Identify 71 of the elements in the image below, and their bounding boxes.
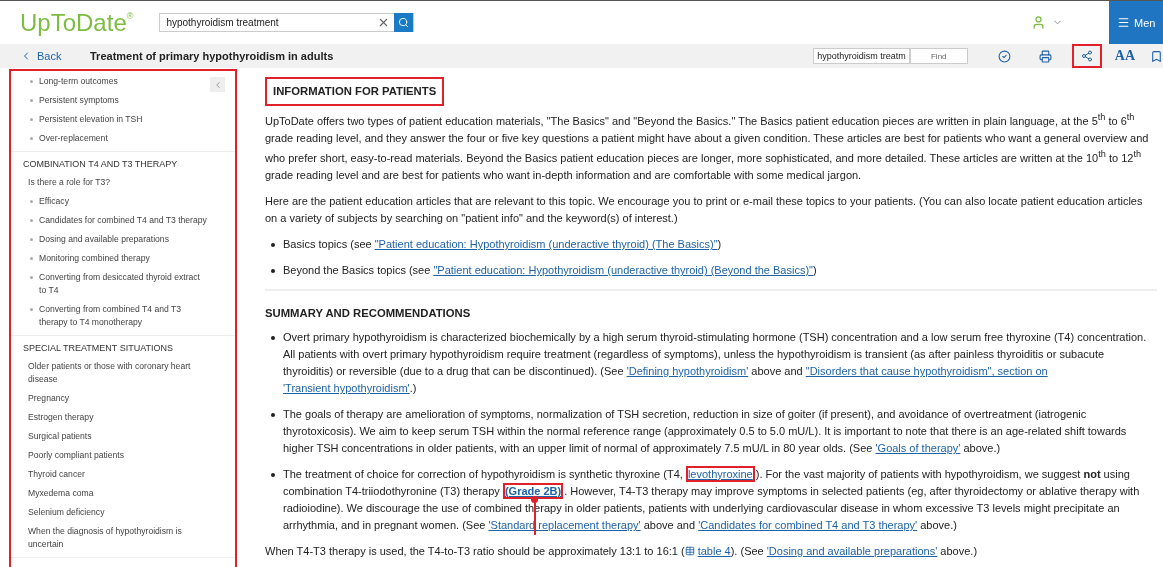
outline-link[interactable]: Efficacy (11, 192, 235, 211)
bullet-icon (271, 473, 275, 478)
bullet-paragraph: Overt primary hypothyroidism is characterized biochemically by a high serum thyroid-stimulating hormone (TSH) concentration and a low serum free thyroxine (T4) concentration. All patients with overt primary hypothyroidism require treatment (regardless of symptoms), unless the hypothyroidism is transient (as after painless thyroiditis or subacute thyroiditis) or reversible (due to a drug that can be discontinued). (See 'Defining hypothyroidism' above and "Disorders that cause hypothyroidism", section on 'Transient hypothyroidism'.) (265, 329, 1157, 398)
bullet-icon (30, 137, 33, 140)
search-field[interactable]: hypothyroidism treatment (159, 13, 415, 32)
text-link[interactable]: 'Standard replacement therapy' (488, 519, 641, 532)
text-link[interactable]: "Patient education: Hypothyroidism (underactive thyroid) (The Basics)" (374, 238, 718, 251)
text-link[interactable]: 'Candidates for combined T4 and T3 therapy' (698, 519, 918, 532)
bullet-icon (30, 80, 33, 83)
section-heading: SUMMARY AND RECOMMENDATIONS (265, 306, 472, 322)
bullet-icon (30, 238, 33, 241)
search-button[interactable] (394, 13, 414, 32)
bullet-paragraph: Basics topics (see "Patient education: Hypothyroidism (underactive thyroid) (The Basics)") (265, 236, 1157, 254)
outline-link[interactable]: Candidates for combined T4 and T3 therapy (11, 211, 235, 230)
outline-link[interactable]: Thyroid cancer (11, 465, 235, 484)
outline-heading: SPECIAL TREATMENT SITUATIONS (22, 342, 175, 355)
text-link[interactable]: levothyroxine (687, 468, 753, 481)
font-size-button[interactable]: AA (1114, 48, 1135, 64)
bullet-icon (30, 276, 33, 279)
bullet-icon (30, 257, 33, 260)
outline-link[interactable]: When the diagnosis of hypothyroidism is uncertain (11, 522, 235, 554)
text-link[interactable]: 'Goals of therapy' (875, 442, 961, 455)
bullet-paragraph: Beyond the Basics topics (see "Patient education: Hypothyroidism (underactive thyroid) (Beyond the Basics)") (265, 262, 1157, 280)
text-link[interactable]: 'Defining hypothyroidism' (626, 365, 749, 378)
bullet-icon (271, 269, 275, 274)
find-field[interactable]: hypothyroidism treatm (813, 48, 910, 64)
bullet-icon (30, 99, 33, 102)
text-link[interactable]: "Disorders that cause hypothyroidism", section on (805, 365, 1048, 378)
outline-link[interactable]: Pregnancy (11, 389, 235, 408)
menu-button[interactable]: Men (1109, 1, 1163, 44)
text-link[interactable]: 'Dosing and available preparations' (766, 545, 938, 558)
bullet-icon (30, 219, 33, 222)
outline-link[interactable]: Persistent elevation in TSH (11, 110, 235, 129)
share-icon[interactable] (1073, 46, 1100, 66)
outline-link[interactable]: Long-term outcomes (11, 72, 235, 91)
outline-link[interactable]: Is there a role for T3? (11, 173, 235, 192)
outline-link[interactable]: Persistent symptoms (11, 91, 235, 110)
outline-link[interactable]: Myxedema coma (11, 484, 235, 503)
section-heading: INFORMATION FOR PATIENTS (265, 77, 445, 106)
search-icon (398, 17, 410, 28)
outline-link[interactable]: Selenium deficiency (11, 503, 235, 522)
outline-link[interactable]: Converting from desiccated thyroid extract to T4 (11, 268, 235, 300)
outline-link[interactable]: Estrogen therapy (11, 408, 235, 427)
find-button[interactable]: Find (909, 48, 968, 64)
paragraph: When T4-T3 therapy is used, the T4-to-T3 ratio should be approximately 13:1 to 16:1 ( table 4). (See 'Dosing and available preparations' above.) (265, 544, 979, 560)
outline-heading: COMBINATION T4 AND T3 THERAPY (22, 158, 179, 171)
outline-link[interactable]: Dosing and available preparations (11, 230, 235, 249)
outline-link[interactable]: Surgical patients (11, 427, 235, 446)
bullet-icon (271, 243, 275, 248)
bullet-icon (30, 118, 33, 121)
bullet-paragraph: The goals of therapy are amelioration of symptoms, normalization of TSH secretion, reduction in size of goiter (if present), and avoidance of overtreatment (iatrogenic thyrotoxicosis). We aim to keep serum TSH within the normal reference range (approximately 0.5 to 5.0 mU/L). It is important to note that there is an age-related shift towards higher TSH concentrations in older patients, with an upper limit of normal of approximately 7.5 mU/L in 80 year olds. (See 'Goals of therapy' above.) (265, 406, 1157, 458)
outline-link[interactable]: Converting from combined T4 and T3 therapy to T4 monotherapy (11, 300, 235, 332)
grade-link[interactable]: (Grade 2B) (504, 485, 562, 498)
outline-link[interactable]: Poorly compliant patients (11, 446, 235, 465)
table-link[interactable]: table 4 (684, 545, 731, 558)
menu-icon (1117, 16, 1130, 29)
bullet-icon (30, 200, 33, 203)
user-icon (1031, 15, 1046, 30)
topic-title: Treatment of primary hypothyroidism in adults (90, 50, 334, 62)
back-link[interactable]: Back (20, 50, 90, 62)
outline-link[interactable]: Monitoring combined therapy (11, 249, 235, 268)
outline-link[interactable]: Older patients or those with coronary heart disease (11, 357, 235, 389)
outline-link[interactable]: Over-replacement (11, 129, 235, 148)
bullet-icon (271, 336, 275, 341)
text-link[interactable]: 'Transient hypothyroidism' (283, 382, 410, 395)
paragraph: UpToDate offers two types of patient education materials, "The Basics" and "Beyond the Basics." The Basics patient education pieces are written in plain language, at the 5$^{th}$ to 6$^{th}$ grade reading level, and they answer the four or five key questions a patient might have about a given condition. These articles are best for patients who want a general overview and who prefer short, easy-to-read materials. Beyond the Basics patient education pieces are longer, more sophisticated, and more detailed. These articles are written at the 10$^{th}$ to 12$^{th}$ grade reading level and are best for patients who want in-depth information and are comfortable with some medical jargon. (265, 111, 1150, 184)
paragraph: Here are the patient education articles that are relevant to this topic. We encourage you to print or e-mail these topics to your patients. (You can also locate patient education articles on a variety of subjects by searching on "patient info" and the keyword(s) of interest.) (265, 194, 1144, 227)
table-icon (684, 546, 695, 557)
bullet-icon (30, 308, 33, 311)
bullet-icon (271, 413, 275, 418)
text-link[interactable]: "Patient education: Hypothyroidism (underactive thyroid) (Beyond the Basics)" (433, 264, 813, 277)
